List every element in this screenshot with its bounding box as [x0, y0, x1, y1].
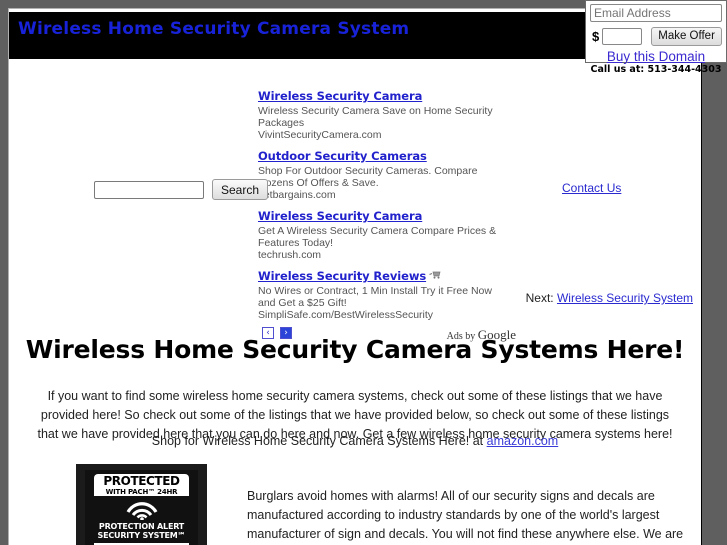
burglars-paragraph: Burglars avoid homes with alarms! All of…: [247, 488, 684, 541]
dollar-sign-label: $: [592, 28, 600, 44]
amazon-link[interactable]: amazon.com: [487, 434, 559, 448]
offer-row: $ Make Offer: [590, 26, 722, 46]
ad-description: No Wires or Contract, 1 Min Install Try …: [258, 285, 492, 309]
ad-unit: Outdoor Security Cameras Shop For Outdoo…: [258, 147, 522, 201]
bottom-section: PROTECTED WITH PACH™ 24HR PROTECTION ALE…: [9, 464, 701, 545]
sign-alert-text: PROTECTION ALERT SECURITY SYSTEM℠: [91, 522, 192, 540]
search-input[interactable]: [94, 180, 204, 199]
next-navigation: Next: Wireless Security System: [526, 291, 693, 305]
shop-line-text: Shop for Wireless Home Security Camera S…: [151, 434, 484, 448]
ad-url: techrush.com: [258, 249, 322, 261]
page-title: Wireless Home Security Camera System: [18, 19, 410, 39]
search-button[interactable]: Search: [212, 179, 269, 200]
ad-title-link[interactable]: Wireless Security Camera: [258, 209, 422, 223]
offer-amount-input[interactable]: [602, 27, 643, 45]
sign-top-band: PROTECTED WITH PACH™ 24HR: [94, 474, 189, 496]
ad-title-link[interactable]: Wireless Security Reviews: [258, 269, 426, 283]
google-ads-block: Wireless Security Camera Wireless Securi…: [258, 87, 522, 343]
sign-pach-text: WITH PACH™ 24HR: [105, 488, 178, 496]
next-page-link[interactable]: Wireless Security System: [557, 291, 693, 305]
main-heading: Wireless Home Security Camera Systems He…: [25, 334, 685, 364]
email-field[interactable]: [590, 4, 722, 22]
ad-url: VivintSecurityCamera.com: [258, 129, 382, 141]
sign-protected-text: PROTECTED: [103, 474, 180, 488]
ad-url: netbargains.com: [258, 189, 336, 201]
domain-sale-box: $ Make Offer Buy this Domain Call us at:…: [585, 0, 727, 75]
shopping-cart-icon: [429, 267, 442, 285]
ad-unit: Wireless Security Camera Wireless Securi…: [258, 87, 522, 141]
shop-line: Shop for Wireless Home Security Camera S…: [9, 434, 701, 448]
call-us-text: Call us at: 513-344-4303: [590, 64, 722, 75]
search-form: Search: [94, 179, 269, 200]
ad-description: Shop For Outdoor Security Cameras. Compa…: [258, 165, 478, 189]
ad-unit: Wireless Security Camera Get A Wireless …: [258, 207, 522, 261]
ad-description: Wireless Security Camera Save on Home Se…: [258, 105, 493, 129]
shield-graphic: PROTECTED WITH PACH™ 24HR PROTECTION ALE…: [85, 470, 198, 545]
contact-us-link[interactable]: Contact Us: [562, 181, 621, 195]
ad-description: Get A Wireless Security Camera Compare P…: [258, 225, 497, 249]
next-label: Next:: [525, 291, 554, 305]
ad-title-link[interactable]: Wireless Security Camera: [258, 89, 422, 103]
sign-alert-line2: SECURITY SYSTEM℠: [97, 531, 186, 540]
sign-alert-line1: PROTECTION ALERT: [98, 522, 185, 531]
security-sign-image: PROTECTED WITH PACH™ 24HR PROTECTION ALE…: [76, 464, 207, 545]
make-offer-button[interactable]: Make Offer: [651, 26, 722, 46]
buy-this-domain-link[interactable]: Buy this Domain: [590, 49, 722, 64]
ad-title-link[interactable]: Outdoor Security Cameras: [258, 149, 427, 163]
wifi-waves-icon: [125, 500, 159, 520]
ad-unit: Wireless Security Reviews No Wires or Co…: [258, 267, 522, 321]
page-frame: Wireless Home Security Camera System Wir…: [8, 8, 702, 545]
ad-url: SimpliSafe.com/BestWirelessSecurity: [258, 309, 434, 322]
